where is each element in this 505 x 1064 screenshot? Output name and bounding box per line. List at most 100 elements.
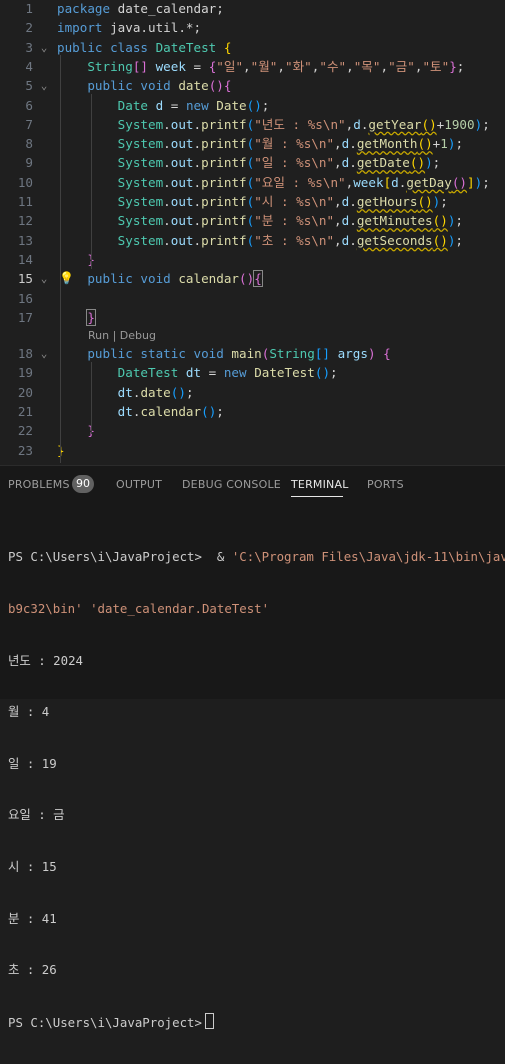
tab-ports[interactable]: PORTS: [367, 478, 404, 491]
code-line[interactable]: 7 System.out.printf("년도 : %s\n",d.getYea…: [0, 115, 505, 134]
code-line[interactable]: 17 }: [0, 308, 505, 327]
code-line[interactable]: 18 ⌄ public static void main(String[] arg…: [0, 344, 505, 363]
code-token: .: [349, 194, 357, 209]
terminal-output-line: 분 : 41: [8, 910, 57, 926]
code-line[interactable]: 6 Date d = new Date();: [0, 96, 505, 115]
code-editor[interactable]: 1 package date_calendar; 2 import java.util…: [0, 0, 505, 465]
terminal-command-prefix: &: [201, 549, 232, 565]
code-line[interactable]: 14 }: [0, 250, 505, 269]
code-line[interactable]: 12 System.out.printf("분 : %s\n",d.getMin…: [0, 211, 505, 230]
code-token: .: [163, 232, 171, 248]
tab-debug-console[interactable]: DEBUG CONSOLE: [182, 478, 281, 491]
code-token: package: [57, 1, 118, 16]
tab-terminal[interactable]: TERMINAL: [291, 478, 349, 491]
code-text: import java.util.*;: [57, 18, 201, 37]
code-text: dt.calendar();: [57, 402, 224, 421]
chevron-down-icon[interactable]: ⌄: [38, 269, 50, 288]
code-line[interactable]: 21 dt.calendar();: [0, 402, 505, 421]
code-line[interactable]: 20 dt.date();: [0, 383, 505, 402]
code-line[interactable]: 2 import java.util.*;: [0, 18, 505, 37]
code-line[interactable]: 1 package date_calendar;: [0, 0, 505, 18]
code-token: ;: [216, 404, 224, 419]
code-line[interactable]: 13 System.out.printf("초 : %s\n",d.getSec…: [0, 231, 505, 250]
line-number: 10: [17, 174, 33, 190]
code-line[interactable]: 11 System.out.printf("시 : %s\n",d.getHou…: [0, 192, 505, 211]
code-token: "월": [250, 58, 278, 74]
code-line[interactable]: 10 System.out.printf("요일 : %s\n",week[d.…: [0, 173, 505, 192]
chevron-down-icon[interactable]: ⌄: [38, 38, 50, 57]
code-token: "일 : %s\n": [254, 155, 335, 171]
code-line[interactable]: 23}: [0, 441, 505, 460]
code-token: .: [163, 136, 171, 152]
code-token: "초 : %s\n": [254, 232, 335, 248]
code-token: printf: [201, 174, 247, 190]
code-token: ;: [440, 194, 448, 209]
codelens-run-debug[interactable]: Run | Debug: [88, 329, 156, 342]
code-token: out: [170, 232, 194, 248]
code-line[interactable]: 4 String[] week = {"일","월","화","수","목","…: [0, 57, 505, 76]
line-number: 14: [17, 251, 33, 267]
code-token: System: [117, 155, 164, 171]
chevron-down-icon[interactable]: ⌄: [38, 344, 50, 363]
code-token: "화": [285, 58, 312, 74]
code-token: "요일 : %s\n": [254, 174, 346, 190]
line-number: 6: [25, 97, 33, 113]
terminal-prompt: PS C:\Users\i\JavaProject>: [8, 549, 202, 565]
code-token: }: [449, 58, 457, 74]
code-token: out: [170, 136, 194, 152]
line-number: 9: [25, 155, 33, 171]
code-token: (): [246, 97, 262, 113]
tab-output[interactable]: OUTPUT: [116, 478, 162, 491]
line-number: 20: [17, 384, 33, 400]
code-text: System.out.printf("월 : %s\n",d.getMonth(…: [57, 134, 463, 153]
terminal-command-continuation: b9c32\bin' 'date_calendar.DateTest': [8, 600, 505, 617]
panel-tab-bar: PROBLEMS 90 OUTPUT DEBUG CONSOLE TERMINA…: [0, 466, 505, 502]
code-token: {: [383, 346, 391, 362]
indent-guide: [91, 94, 92, 269]
code-line[interactable]: 19 DateTest dt = new DateTest();: [0, 363, 505, 382]
code-text: }: [57, 250, 95, 269]
code-token: System: [117, 213, 164, 229]
code-line[interactable]: 8 System.out.printf("월 : %s\n",d.getMont…: [0, 134, 505, 153]
code-token: ,: [334, 194, 342, 209]
code-token: ): [425, 155, 433, 171]
code-token: .: [193, 174, 202, 190]
code-token: public class: [57, 39, 156, 55]
code-line[interactable]: 3 ⌄ public class DateTest {: [0, 38, 505, 57]
code-token: out: [170, 155, 194, 171]
code-token: []: [132, 58, 156, 74]
code-token: .: [163, 174, 171, 190]
line-number: 3: [25, 39, 33, 55]
tab-problems[interactable]: PROBLEMS: [8, 478, 70, 491]
line-number: 13: [17, 232, 33, 248]
code-line[interactable]: 16: [0, 289, 505, 308]
line-number: 2: [25, 20, 33, 36]
active-tab-indicator: [291, 496, 343, 497]
code-token: "시 : %s\n": [254, 194, 335, 209]
code-token: .: [193, 116, 202, 132]
code-token: getMonth: [356, 136, 418, 152]
code-token: ;: [455, 232, 463, 248]
code-token: []: [314, 346, 338, 362]
terminal-command-path: 'C:\Program Files\Java\jdk-11\bin\java.e…: [231, 549, 505, 565]
terminal[interactable]: PS C:\Users\i\JavaProject> & 'C:\Program…: [8, 514, 505, 1064]
code-line[interactable]: 5 ⌄ public void date(){: [0, 76, 505, 95]
code-token: (): [417, 194, 433, 209]
code-token: (): [417, 136, 433, 152]
line-number: 12: [17, 213, 33, 229]
code-token: (): [208, 78, 224, 94]
code-token: }: [86, 308, 96, 326]
code-text: dt.date();: [57, 383, 194, 402]
code-line[interactable]: 22 }: [0, 421, 505, 440]
code-token: d: [353, 116, 361, 132]
chevron-down-icon[interactable]: ⌄: [38, 76, 50, 95]
code-token: .: [193, 232, 202, 248]
code-token: 1: [440, 136, 448, 152]
code-token: Date: [216, 97, 247, 113]
code-line[interactable]: 9 System.out.printf("일 : %s\n",d.getDate…: [0, 153, 505, 172]
code-line[interactable]: 15 ⌄ 💡 public void calendar(){: [0, 269, 505, 288]
line-number: 11: [17, 194, 33, 209]
code-token: .: [349, 155, 357, 171]
